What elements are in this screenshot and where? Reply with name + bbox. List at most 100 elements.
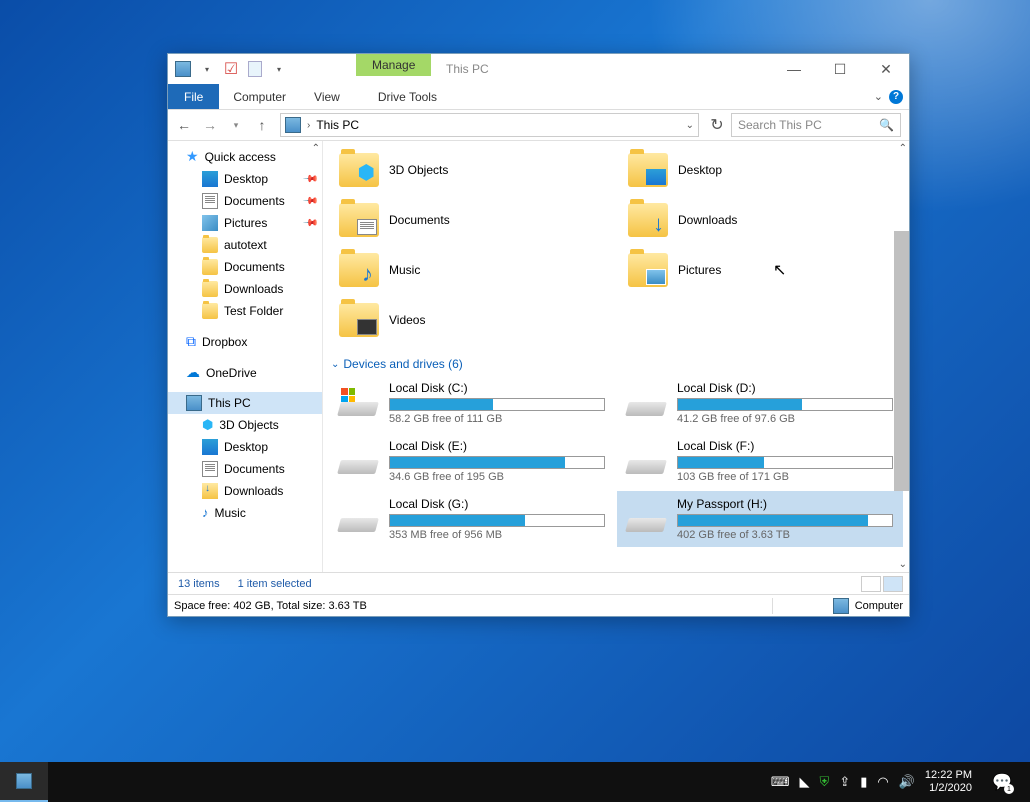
pin-icon: 📌: [301, 171, 318, 188]
tray-usb-icon[interactable]: ⇪: [839, 774, 850, 790]
nav-pc-desktop[interactable]: Desktop: [168, 436, 322, 458]
nav-qa-documents[interactable]: Documents📌: [168, 190, 322, 212]
qat-customize-icon[interactable]: ▾: [268, 58, 290, 80]
details-view-icon[interactable]: [861, 576, 881, 592]
search-input[interactable]: Search This PC 🔍: [731, 113, 901, 137]
drive-usage-bar: [677, 456, 893, 469]
folder-tile[interactable]: Videos: [329, 297, 614, 343]
folder-icon: [339, 203, 379, 237]
system-menu-icon[interactable]: [172, 58, 194, 80]
system-tray: ⌨ ◣ ⛨ ⇪ ▮ ◠ 🔊 12:22 PM 1/2/2020 💬 1: [771, 762, 1030, 802]
manage-context-tab[interactable]: Manage: [356, 54, 431, 76]
search-icon[interactable]: 🔍: [879, 118, 894, 132]
nav-pc-music[interactable]: ♪Music: [168, 502, 322, 523]
view-tab[interactable]: View: [300, 86, 354, 108]
star-icon: ★: [186, 148, 199, 165]
new-folder-icon[interactable]: [244, 58, 266, 80]
properties-icon[interactable]: ☑: [220, 58, 242, 80]
drive-free-text: 103 GB free of 171 GB: [677, 471, 893, 483]
computer-tab[interactable]: Computer: [219, 86, 300, 108]
address-text[interactable]: This PC: [316, 118, 359, 132]
navigation-pane: ⌃ ★Quick access Desktop📌 Documents📌 Pict…: [168, 141, 323, 572]
quick-access-toolbar: ▾ ☑ ▾: [168, 54, 294, 84]
tray-battery-icon[interactable]: ▮: [860, 774, 867, 790]
tray-defender-icon[interactable]: ⛨: [820, 774, 830, 790]
folder-tile[interactable]: ♪Music: [329, 247, 614, 293]
document-icon: [202, 193, 218, 209]
pin-icon: 📌: [301, 193, 318, 210]
music-icon: ♪: [202, 505, 209, 520]
drive-name: Local Disk (C:): [389, 381, 605, 395]
nav-pc-3dobjects[interactable]: ⬢3D Objects: [168, 414, 322, 436]
nav-pc-downloads[interactable]: Downloads: [168, 480, 322, 502]
scroll-up-icon[interactable]: ⌃: [899, 143, 907, 154]
scrollbar-thumb[interactable]: [894, 231, 909, 491]
nav-qa-autotext[interactable]: autotext: [168, 234, 322, 256]
up-button[interactable]: ↑: [250, 113, 274, 137]
nav-scroll-up-icon[interactable]: ⌃: [312, 143, 320, 154]
scroll-down-icon[interactable]: ⌄: [899, 559, 907, 570]
tray-onedrive-icon[interactable]: ◣: [800, 774, 810, 790]
folder-tile[interactable]: Desktop: [618, 147, 903, 193]
drive-usage-bar: [677, 398, 893, 411]
onedrive-icon: ☁: [186, 364, 200, 381]
drive-tile[interactable]: Local Disk (F:)103 GB free of 171 GB: [617, 433, 903, 489]
nav-dropbox[interactable]: ⧉Dropbox: [168, 330, 322, 353]
refresh-button[interactable]: ↻: [705, 113, 729, 137]
address-chevron-icon[interactable]: ›: [307, 120, 310, 131]
tray-keyboard-icon[interactable]: ⌨: [771, 774, 790, 790]
forward-button[interactable]: →: [198, 113, 222, 137]
content-pane[interactable]: ⌃ ⌄ ⬢3D ObjectsDesktop Documents ↓Download…: [323, 141, 909, 572]
file-tab[interactable]: File: [168, 84, 219, 109]
minimize-button[interactable]: —: [771, 54, 817, 84]
drive-icon: [627, 504, 667, 534]
status-item-count: 13 items: [178, 578, 220, 590]
tray-volume-icon[interactable]: 🔊: [899, 774, 915, 790]
nav-this-pc[interactable]: This PC: [168, 392, 322, 414]
maximize-button[interactable]: ☐: [817, 54, 863, 84]
tiles-view-icon[interactable]: [883, 576, 903, 592]
nav-quick-access[interactable]: ★Quick access: [168, 145, 322, 168]
nav-qa-documents2[interactable]: Documents: [168, 256, 322, 278]
folder-tile[interactable]: Pictures: [618, 247, 903, 293]
help-icon[interactable]: ?: [889, 90, 903, 104]
tray-wifi-icon[interactable]: ◠: [877, 774, 888, 790]
tray-clock[interactable]: 12:22 PM 1/2/2020: [925, 769, 972, 795]
taskbar-explorer-button[interactable]: [0, 762, 48, 802]
nav-onedrive[interactable]: ☁OneDrive: [168, 361, 322, 384]
nav-qa-desktop[interactable]: Desktop📌: [168, 168, 322, 190]
address-bar[interactable]: › This PC ⌄: [280, 113, 699, 137]
notification-center-icon[interactable]: 💬 1: [982, 762, 1022, 802]
folder-icon: [628, 253, 668, 287]
cube-icon: ⬢: [202, 417, 213, 433]
recent-dropdown-icon[interactable]: ▾: [224, 113, 248, 137]
folder-icon: [202, 237, 218, 253]
close-button[interactable]: ✕: [863, 54, 909, 84]
drive-tile[interactable]: Local Disk (G:)353 MB free of 956 MB: [329, 491, 615, 547]
drive-tile[interactable]: My Passport (H:)402 GB free of 3.63 TB: [617, 491, 903, 547]
document-icon: [202, 461, 218, 477]
address-dropdown-icon[interactable]: ⌄: [686, 120, 694, 131]
drive-tile[interactable]: Local Disk (D:)41.2 GB free of 97.6 GB: [617, 375, 903, 431]
drive-name: Local Disk (E:): [389, 439, 605, 453]
window-title: This PC: [446, 62, 489, 76]
nav-qa-testfolder[interactable]: Test Folder: [168, 300, 322, 322]
drive-icon: [339, 504, 379, 534]
drive-tile[interactable]: Local Disk (E:)34.6 GB free of 195 GB: [329, 433, 615, 489]
drive-tile[interactable]: Local Disk (C:)58.2 GB free of 111 GB: [329, 375, 615, 431]
qat-dropdown-icon[interactable]: ▾: [196, 58, 218, 80]
folder-tile[interactable]: ↓Downloads: [618, 197, 903, 243]
drive-tools-tab[interactable]: Drive Tools: [364, 86, 451, 108]
nav-qa-downloads[interactable]: Downloads: [168, 278, 322, 300]
folder-label: Documents: [389, 213, 450, 227]
nav-qa-pictures[interactable]: Pictures📌: [168, 212, 322, 234]
back-button[interactable]: ←: [172, 113, 196, 137]
folder-tile[interactable]: ⬢3D Objects: [329, 147, 614, 193]
folder-tile[interactable]: Documents: [329, 197, 614, 243]
ribbon-tabs: File Computer View Drive Tools ⌄ ?: [168, 84, 909, 109]
section-devices-drives[interactable]: ⌄ Devices and drives (6): [329, 353, 903, 375]
drive-usage-bar: [389, 514, 605, 527]
ribbon-expand-icon[interactable]: ⌄: [874, 90, 883, 103]
nav-pc-documents[interactable]: Documents: [168, 458, 322, 480]
taskbar: ⌨ ◣ ⛨ ⇪ ▮ ◠ 🔊 12:22 PM 1/2/2020 💬 1: [0, 762, 1030, 802]
